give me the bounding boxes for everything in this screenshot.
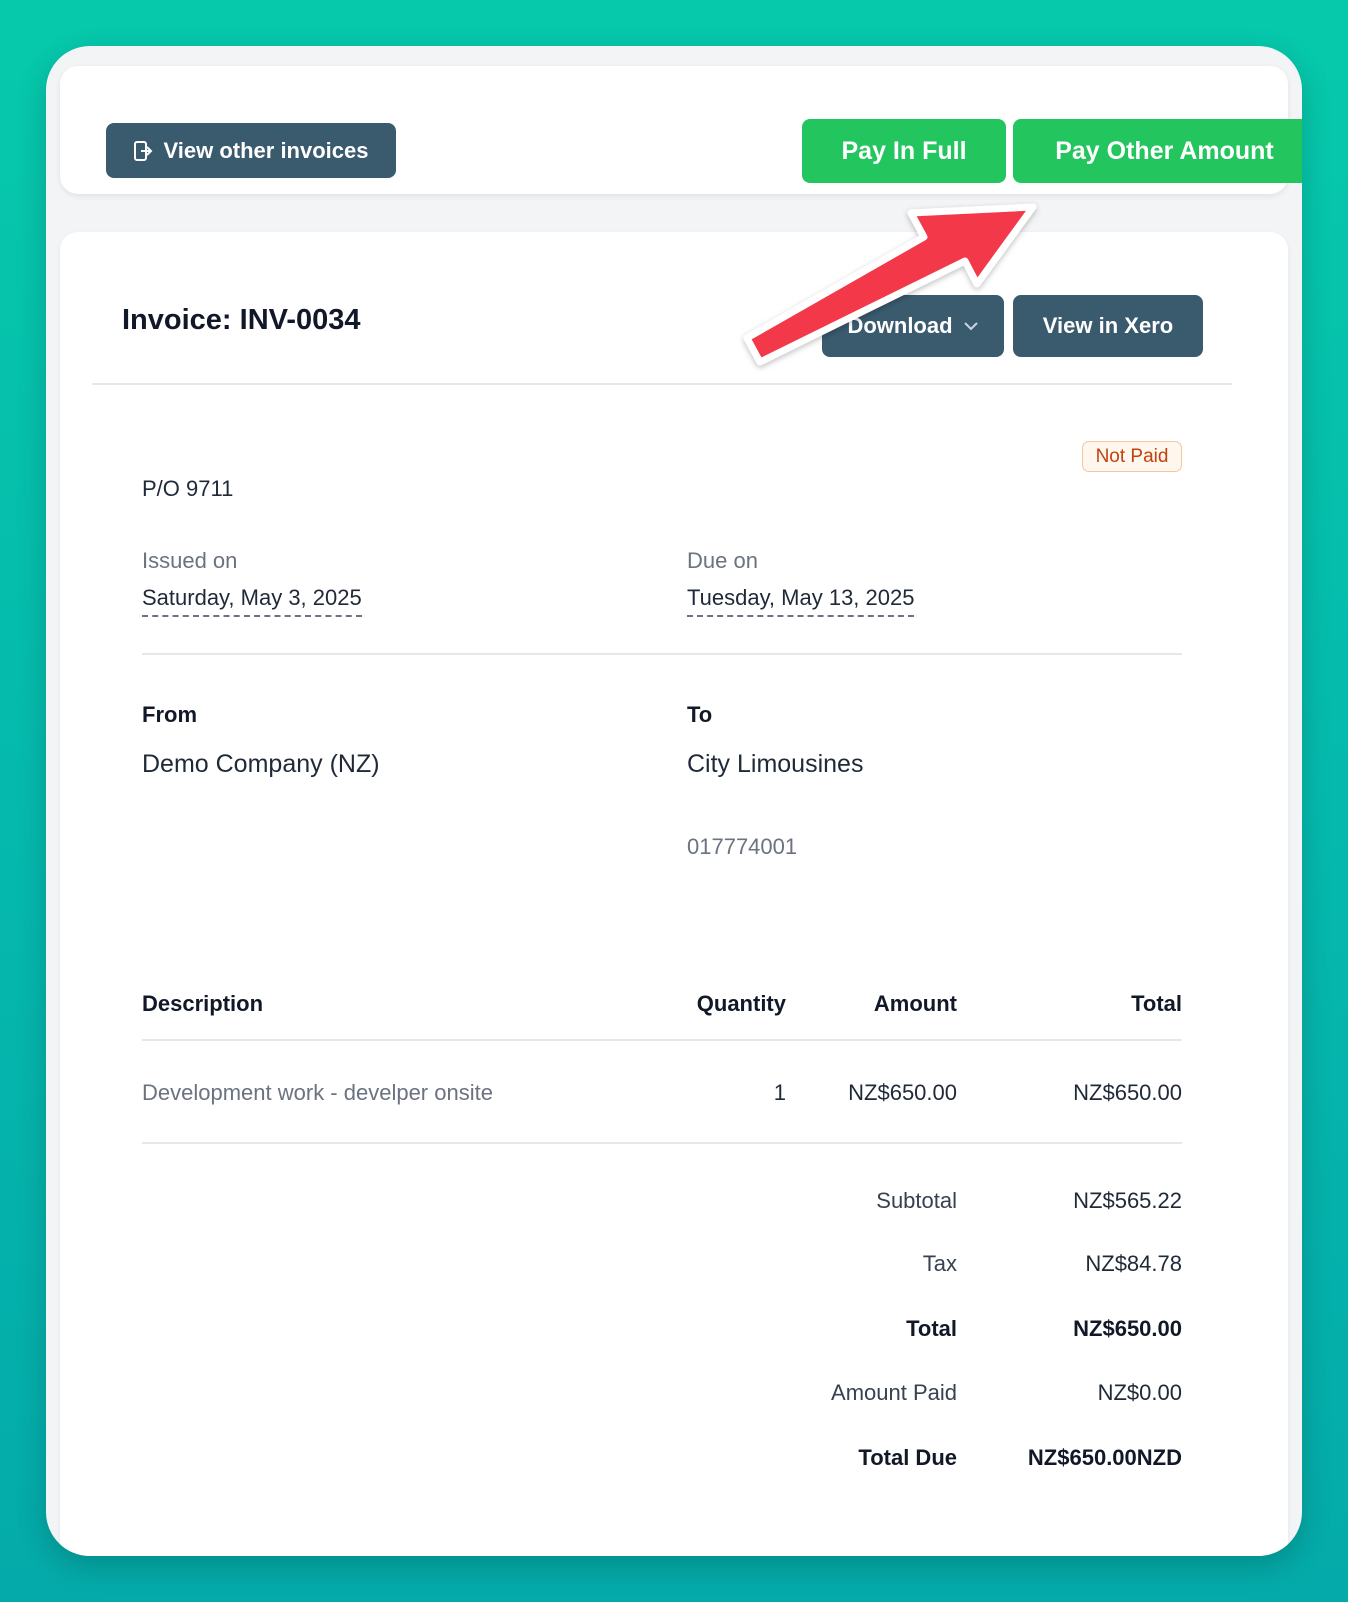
invoice-title: Invoice: INV-0034 (122, 304, 361, 336)
view-other-invoices-label: View other invoices (163, 137, 369, 163)
pay-other-amount-label: Pay Other Amount (1055, 136, 1274, 165)
view-in-xero-label: View in Xero (1042, 313, 1174, 338)
app-window: View other invoices Pay In Full Pay Othe… (46, 46, 1302, 1556)
column-header-total: Total (1131, 991, 1182, 1016)
issued-on-label: Issued on (142, 548, 238, 573)
row-amount: NZ$650.00 (848, 1080, 957, 1105)
amount-paid-label: Amount Paid (831, 1380, 957, 1405)
chevron-down-icon (963, 322, 978, 331)
download-label: Download (847, 313, 953, 338)
column-header-description: Description (142, 991, 264, 1016)
column-header-quantity: Quantity (696, 991, 786, 1016)
exit-door-icon (134, 140, 153, 161)
total-value: NZ$650.00 (1073, 1316, 1182, 1341)
view-in-xero-button[interactable]: View in Xero (1013, 295, 1203, 357)
row-description: Development work - develper onsite (142, 1080, 493, 1105)
invoice-reference: P/O 9711 (142, 476, 234, 501)
from-company: Demo Company (NZ) (142, 750, 380, 778)
column-header-amount: Amount (873, 991, 957, 1016)
header-divider (92, 383, 1232, 385)
pay-in-full-button[interactable]: Pay In Full (802, 119, 1006, 183)
subtotal-value: NZ$565.22 (1073, 1188, 1182, 1213)
view-other-invoices-button[interactable]: View other invoices (106, 123, 396, 178)
pay-other-amount-button[interactable]: Pay Other Amount (1013, 119, 1302, 183)
issued-date: Saturday, May 3, 2025 (142, 585, 362, 617)
download-dropdown-button[interactable]: Download (822, 295, 1004, 357)
pay-in-full-label: Pay In Full (841, 136, 967, 165)
invoice-card: Invoice: INV-0034 Download View in Xero … (60, 232, 1288, 1556)
tax-value: NZ$84.78 (1085, 1251, 1182, 1276)
row-quantity: 1 (773, 1080, 786, 1105)
top-action-bar: View other invoices Pay In Full Pay Othe… (60, 66, 1302, 194)
status-badge: Not Paid (1082, 441, 1182, 472)
total-due-value: NZ$650.00NZD (1027, 1445, 1182, 1470)
table-header-divider (142, 1039, 1182, 1041)
from-label: From (142, 702, 197, 727)
row-total: NZ$650.00 (1073, 1080, 1182, 1105)
amount-paid-value: NZ$0.00 (1097, 1380, 1182, 1405)
to-account-number: 017774001 (687, 834, 798, 859)
tax-label: Tax (922, 1251, 957, 1276)
total-label: Total (906, 1316, 957, 1341)
dates-divider (142, 653, 1182, 655)
due-on-label: Due on (687, 548, 758, 573)
total-due-label: Total Due (858, 1445, 957, 1470)
to-company: City Limousines (687, 750, 864, 778)
to-label: To (687, 702, 713, 727)
subtotal-label: Subtotal (876, 1188, 957, 1213)
table-row-divider (142, 1142, 1182, 1144)
due-date: Tuesday, May 13, 2025 (687, 585, 915, 617)
